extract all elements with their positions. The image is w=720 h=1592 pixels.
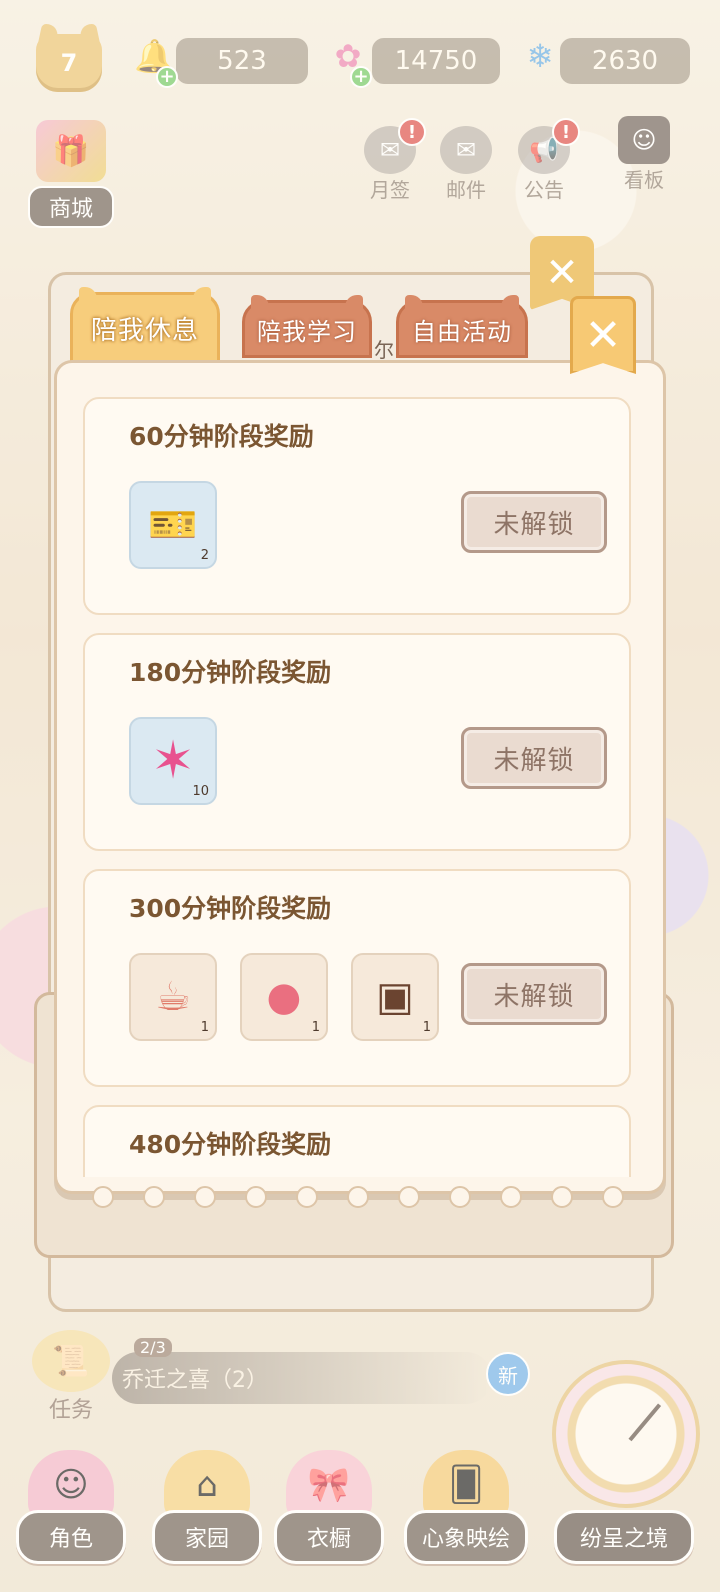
ticket-icon: 🎫 xyxy=(148,502,198,548)
reward-title: 180分钟阶段奖励 xyxy=(129,658,332,687)
tab-study-with-me[interactable]: 陪我学习 xyxy=(242,295,372,358)
item-quantity: 1 xyxy=(422,1020,431,1035)
pink-star-crystal-icon: ✶ xyxy=(151,731,195,791)
item-quantity: 1 xyxy=(200,1020,209,1035)
reward-item-slot[interactable]: ✶ 10 xyxy=(129,717,217,805)
chalkboard-icon: ▣ xyxy=(376,974,414,1020)
tab-rest-with-me[interactable]: 陪我休息 xyxy=(70,287,220,364)
reward-dialog: 60分钟阶段奖励 🎫 2 未解锁 180分钟阶段奖励 ✶ 10 未解锁 300分… xyxy=(54,360,666,1194)
mug-icon: ☕ xyxy=(155,974,191,1020)
reward-list[interactable]: 60分钟阶段奖励 🎫 2 未解锁 180分钟阶段奖励 ✶ 10 未解锁 300分… xyxy=(83,397,633,1177)
reward-card: 60分钟阶段奖励 🎫 2 未解锁 xyxy=(83,397,631,615)
reward-title: 300分钟阶段奖励 xyxy=(129,894,332,923)
dialog-scalloped-edge xyxy=(78,1186,638,1210)
reward-item-slot[interactable]: ▣ 1 xyxy=(351,953,439,1041)
reward-title: 480分钟阶段奖励 xyxy=(129,1130,332,1159)
close-button[interactable]: ✕ xyxy=(570,296,636,374)
locked-button[interactable]: 未解锁 xyxy=(461,727,607,789)
locked-button[interactable]: 未解锁 xyxy=(461,491,607,553)
item-quantity: 10 xyxy=(192,784,209,799)
reward-card: 180分钟阶段奖励 ✶ 10 未解锁 xyxy=(83,633,631,851)
reward-card: 480分钟阶段奖励 xyxy=(83,1105,631,1177)
yarn-ball-icon: ● xyxy=(266,974,302,1020)
reward-card: 300分钟阶段奖励 ☕ 1 ● 1 ▣ 1 未解锁 xyxy=(83,869,631,1087)
tab-free-activity[interactable]: 自由活动 xyxy=(396,295,528,358)
item-quantity: 2 xyxy=(200,548,209,563)
reward-title: 60分钟阶段奖励 xyxy=(129,422,314,451)
locked-button[interactable]: 未解锁 xyxy=(461,963,607,1025)
reward-item-slot[interactable]: ● 1 xyxy=(240,953,328,1041)
item-quantity: 1 xyxy=(311,1020,320,1035)
reward-item-slot[interactable]: ☕ 1 xyxy=(129,953,217,1041)
reward-item-slot[interactable]: 🎫 2 xyxy=(129,481,217,569)
obscured-text: 尔 xyxy=(374,338,394,362)
